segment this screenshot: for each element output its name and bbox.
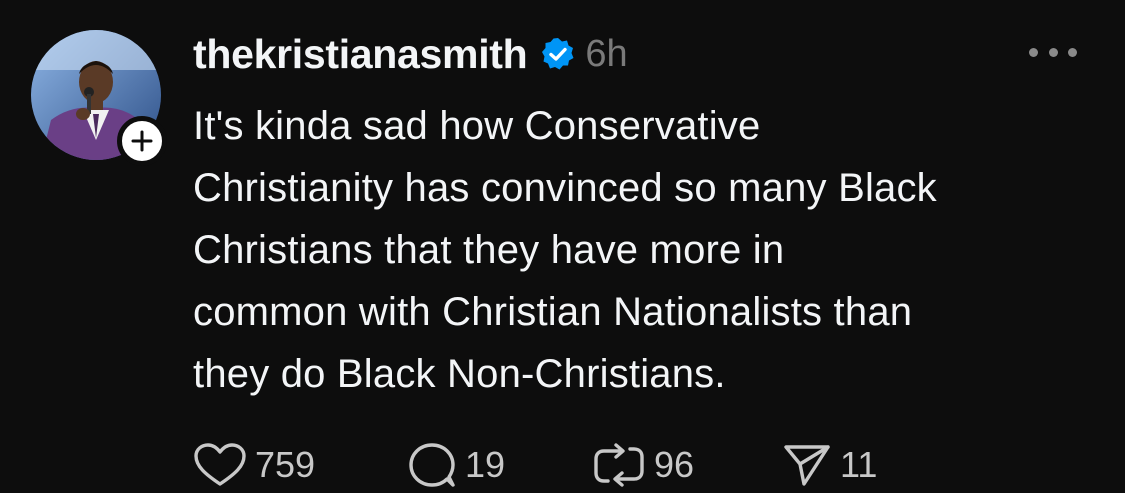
plus-icon	[131, 130, 153, 152]
more-dot	[1048, 47, 1058, 57]
thread-post: thekristianasmith 6h It's kinda sad how …	[0, 0, 1125, 493]
post-body-line: common with Christian Nationalists than	[193, 290, 913, 334]
post-header: thekristianasmith 6h	[193, 26, 628, 82]
username[interactable]: thekristianasmith	[193, 31, 528, 78]
comment-icon	[409, 443, 455, 487]
post-body-line: It's kinda sad how Conservative	[193, 104, 761, 148]
reply-button[interactable]: 19	[407, 437, 592, 493]
send-icon	[784, 445, 830, 486]
post-timestamp: 6h	[585, 32, 628, 75]
more-options-icon[interactable]	[1029, 40, 1077, 64]
share-count: 11	[840, 444, 878, 485]
more-dot	[1068, 47, 1077, 57]
repost-count: 96	[654, 444, 695, 485]
follow-button[interactable]	[117, 116, 167, 166]
like-button[interactable]: 759	[193, 437, 407, 493]
share-button[interactable]: 11	[782, 437, 877, 493]
heart-icon	[194, 443, 246, 486]
post-body-line: they do Black Non-Christians.	[193, 352, 726, 396]
post-body-line: Christianity has convinced so many Black	[193, 166, 937, 210]
repost-icon	[594, 443, 644, 487]
post-actions: 759 19 96 11	[193, 437, 877, 493]
reply-count: 19	[465, 444, 506, 485]
post-body: It's kinda sad how Conservative Christia…	[193, 95, 1093, 405]
verified-badge-icon	[542, 38, 574, 70]
post-body-line: Christians that they have more in	[193, 228, 785, 272]
repost-button[interactable]: 96	[592, 437, 782, 493]
avatar-container	[31, 30, 167, 166]
more-dot	[1029, 47, 1038, 57]
like-count: 759	[255, 444, 316, 485]
